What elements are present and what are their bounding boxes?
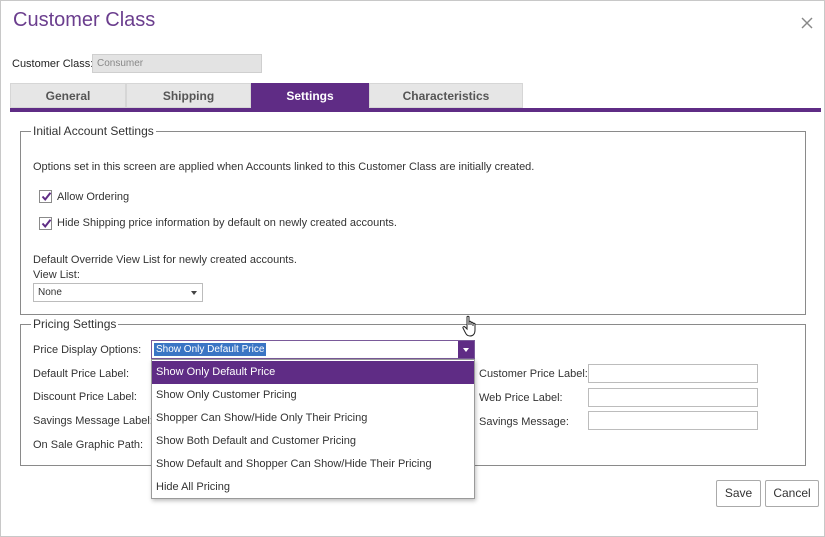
customer-price-label-input[interactable] [588, 364, 758, 383]
view-list-select[interactable]: None [33, 283, 203, 302]
chevron-down-icon [463, 348, 469, 352]
chevron-down-icon [191, 291, 197, 295]
hand-cursor-icon [462, 315, 480, 342]
view-list-label: View List: [33, 269, 80, 281]
savings-message-label: Savings Message Label: [33, 415, 153, 427]
price-display-selected-value: Show Only Default Price [154, 343, 267, 356]
initial-account-description: Options set in this screen are applied w… [33, 161, 535, 173]
option-show-both-default-and-customer[interactable]: Show Both Default and Customer Pricing [152, 430, 474, 453]
customer-class-label: Customer Class: [12, 58, 94, 70]
initial-account-settings-legend: Initial Account Settings [31, 124, 156, 138]
price-display-options-select[interactable]: Show Only Default Price [151, 340, 475, 359]
tab-underline [10, 108, 821, 112]
option-show-only-customer-pricing[interactable]: Show Only Customer Pricing [152, 384, 474, 407]
customer-class-field[interactable]: Consumer [92, 54, 262, 73]
dropdown-toggle-button[interactable] [458, 341, 474, 358]
discount-price-label: Discount Price Label: [33, 391, 137, 403]
checkmark-icon [41, 219, 52, 229]
customer-class-dialog: Customer Class Customer Class: Consumer … [0, 0, 825, 537]
savings-message-input[interactable] [588, 411, 758, 430]
web-price-label: Web Price Label: [479, 392, 563, 404]
hide-shipping-checkbox[interactable] [39, 217, 52, 230]
option-hide-all-pricing[interactable]: Hide All Pricing [152, 476, 474, 499]
checkmark-icon [41, 192, 52, 202]
cancel-button[interactable]: Cancel [765, 480, 819, 507]
price-display-options-label: Price Display Options: [33, 344, 142, 356]
price-display-options-list: Show Only Default Price Show Only Custom… [151, 359, 475, 499]
close-button[interactable] [797, 13, 817, 33]
option-show-default-and-shopper-toggle[interactable]: Show Default and Shopper Can Show/Hide T… [152, 453, 474, 476]
allow-ordering-label: Allow Ordering [57, 191, 130, 203]
pricing-settings-legend: Pricing Settings [31, 317, 119, 331]
tab-characteristics[interactable]: Characteristics [369, 83, 523, 108]
on-sale-graphic-path-label: On Sale Graphic Path: [33, 439, 144, 451]
savings-message-field-label: Savings Message: [479, 416, 569, 428]
allow-ordering-checkbox[interactable] [39, 190, 52, 203]
tab-general[interactable]: General [10, 83, 126, 108]
view-list-value: None [38, 287, 62, 298]
dialog-title: Customer Class [13, 9, 156, 31]
tab-shipping[interactable]: Shipping [126, 83, 251, 108]
default-price-label: Default Price Label: [33, 368, 129, 380]
option-show-only-default-price[interactable]: Show Only Default Price [152, 361, 474, 384]
web-price-label-input[interactable] [588, 388, 758, 407]
override-view-list-text: Default Override View List for newly cre… [33, 254, 297, 266]
save-button[interactable]: Save [716, 480, 761, 507]
tab-settings[interactable]: Settings [251, 83, 369, 108]
customer-price-label: Customer Price Label: [479, 368, 588, 380]
option-shopper-show-hide-their-pricing[interactable]: Shopper Can Show/Hide Only Their Pricing [152, 407, 474, 430]
hide-shipping-label: Hide Shipping price information by defau… [57, 217, 397, 229]
close-icon[interactable] [797, 13, 817, 33]
